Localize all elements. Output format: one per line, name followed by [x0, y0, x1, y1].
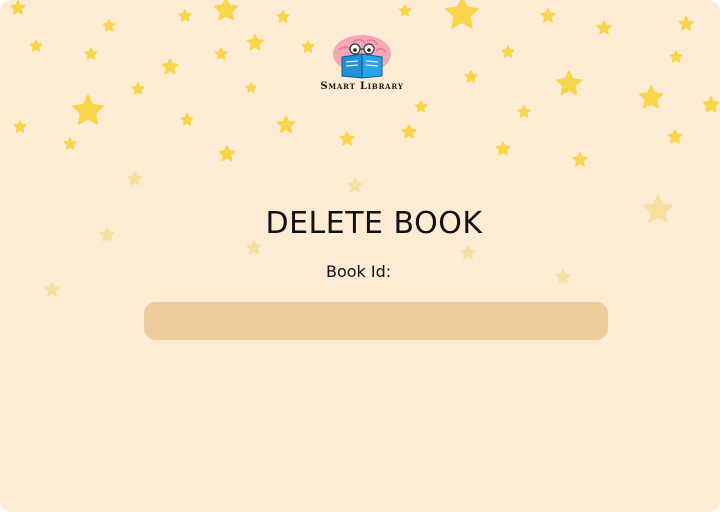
star-icon — [638, 85, 664, 109]
star-icon — [702, 96, 720, 113]
star-icon — [555, 269, 571, 284]
book-id-input[interactable] — [144, 302, 608, 340]
star-icon — [127, 171, 143, 186]
star-icon — [213, 0, 239, 21]
star-icon — [276, 115, 296, 134]
star-icon — [178, 9, 192, 22]
star-icon — [72, 94, 104, 125]
star-icon — [63, 137, 77, 150]
star-icon — [246, 240, 262, 255]
star-icon — [445, 0, 479, 29]
star-icon — [555, 70, 583, 96]
star-icon — [347, 178, 363, 193]
star-icon — [131, 82, 145, 95]
star-icon — [460, 245, 476, 260]
star-icon — [29, 39, 43, 52]
star-icon — [540, 8, 556, 23]
star-icon — [245, 82, 257, 93]
star-icon — [44, 282, 60, 297]
star-icon — [678, 16, 694, 31]
star-icon — [464, 70, 478, 83]
star-icon — [276, 10, 290, 23]
star-icon — [214, 47, 228, 60]
star-icon — [501, 45, 515, 58]
star-icon — [218, 145, 236, 162]
star-icon — [246, 34, 264, 51]
star-icon — [517, 105, 531, 118]
star-icon — [102, 19, 116, 32]
star-icon — [401, 124, 417, 139]
star-icon — [667, 129, 683, 144]
star-icon — [180, 113, 194, 126]
star-icon — [84, 47, 98, 60]
book-id-label: Book Id: — [326, 262, 392, 281]
star-icon — [13, 120, 27, 133]
star-icon — [414, 100, 428, 113]
delete-book-screen: Smart Library DELETE BOOK Book Id: — [0, 0, 720, 512]
star-icon — [495, 141, 511, 156]
star-icon — [596, 20, 612, 35]
app-logo: Smart Library — [312, 32, 412, 92]
brain-reading-book-icon — [333, 35, 391, 79]
page-title: DELETE BOOK — [265, 206, 483, 241]
star-icon — [398, 4, 412, 17]
star-icon — [572, 152, 588, 167]
app-name: Smart Library — [320, 81, 404, 92]
star-icon — [339, 131, 355, 146]
star-icon — [669, 50, 683, 63]
star-icon — [161, 58, 179, 75]
star-icon — [10, 0, 26, 15]
